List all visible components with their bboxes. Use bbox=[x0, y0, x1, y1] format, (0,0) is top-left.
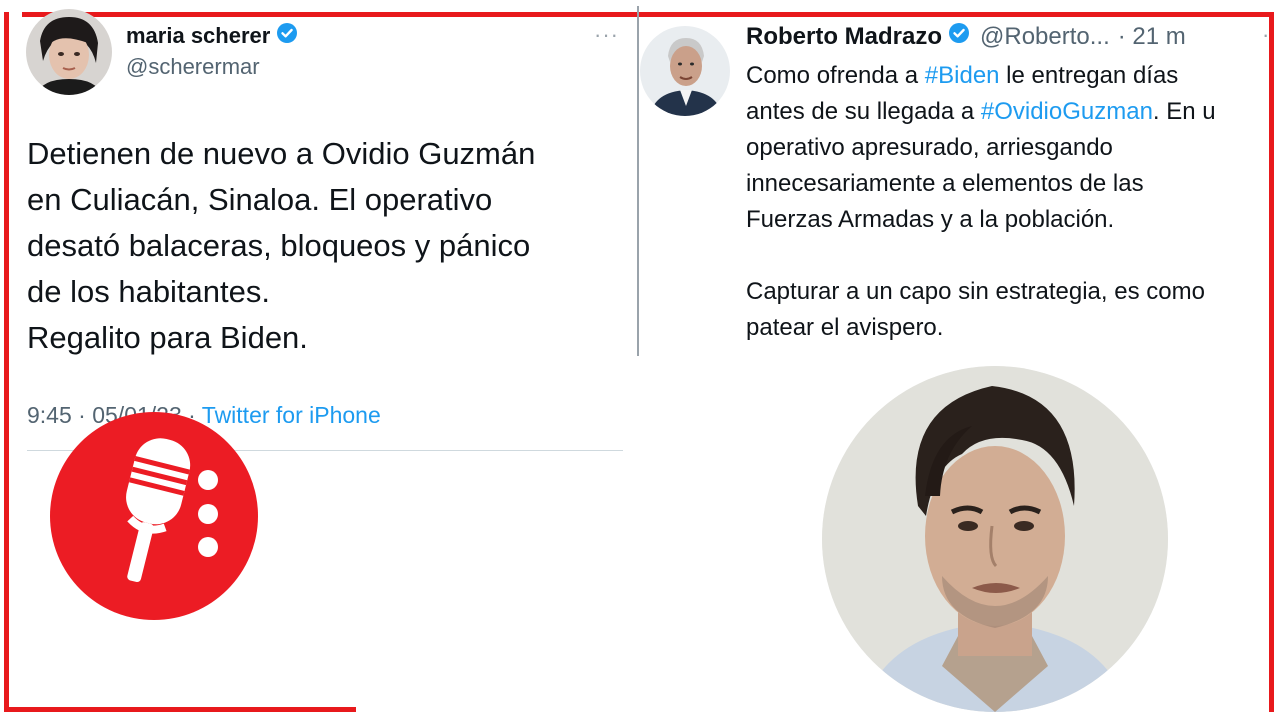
text-segment: Como ofrenda a bbox=[746, 62, 925, 89]
tweet-text-line: patear el avispero. bbox=[746, 310, 1280, 346]
tweet-text-line: Fuerzas Armadas y a la población. bbox=[746, 202, 1280, 238]
right-author-name-row[interactable]: Roberto Madrazo @Roberto... · 21 m bbox=[746, 22, 1186, 51]
tweet-text-line: Capturar a un capo sin estrategia, es co… bbox=[746, 274, 1280, 310]
more-options-icon[interactable]: · bbox=[1262, 22, 1269, 48]
hashtag-biden-link[interactable]: #Biden bbox=[925, 62, 1000, 89]
tweet-text-line bbox=[746, 238, 1280, 274]
more-options-icon[interactable]: ··· bbox=[594, 22, 619, 48]
column-divider bbox=[637, 6, 639, 356]
text-segment: . En u bbox=[1152, 98, 1216, 125]
right-display-name[interactable]: Roberto Madrazo bbox=[746, 23, 942, 51]
verified-badge-icon bbox=[948, 22, 970, 51]
frame-left-line bbox=[4, 12, 9, 712]
tweet-text-line: operativo apresurado, arriesgando bbox=[746, 130, 1280, 166]
frame-bottom-line bbox=[4, 707, 356, 712]
microphone-icon bbox=[48, 410, 260, 622]
tweet-text-line: antes de su llegada a #OvidioGuzman. En … bbox=[746, 94, 1280, 130]
avatar-roberto-madrazo[interactable] bbox=[640, 26, 730, 116]
text-segment: Fuerzas Armadas y a la población. bbox=[746, 206, 1115, 233]
text-segment: patear el avispero. bbox=[746, 314, 944, 341]
frame-top-line bbox=[22, 12, 1274, 17]
hashtag-ovidioguzman-link[interactable]: #OvidioGuzman bbox=[981, 98, 1153, 125]
left-tweet-text: Detienen de nuevo a Ovidio Guzmán en Cul… bbox=[27, 136, 536, 355]
tweet-text-line: Como ofrenda a #Biden le entregan días bbox=[746, 58, 1280, 94]
text-segment: le entregan días bbox=[999, 62, 1179, 89]
avatar-maria-scherer[interactable] bbox=[26, 9, 112, 95]
portrait-photo bbox=[822, 366, 1168, 712]
right-tweet-text: Como ofrenda a #Biden le entregan días a… bbox=[746, 58, 1280, 346]
text-segment: Capturar a un capo sin estrategia, es co… bbox=[746, 278, 1205, 305]
tweet-text-line: innecesariamente a elementos de las bbox=[746, 166, 1280, 202]
left-author-name-row[interactable]: maria scherer bbox=[126, 22, 298, 49]
text-segment: antes de su llegada a bbox=[746, 98, 981, 125]
verified-badge-icon bbox=[276, 22, 298, 49]
tweet-age[interactable]: · 21 m bbox=[1118, 23, 1186, 51]
text-segment: operativo apresurado, arriesgando bbox=[746, 134, 1113, 161]
text-segment: innecesariamente a elementos de las bbox=[746, 170, 1144, 197]
right-handle[interactable]: @Roberto... bbox=[980, 23, 1110, 51]
left-handle[interactable]: @scherermar bbox=[126, 54, 260, 80]
left-display-name[interactable]: maria scherer bbox=[126, 23, 270, 49]
